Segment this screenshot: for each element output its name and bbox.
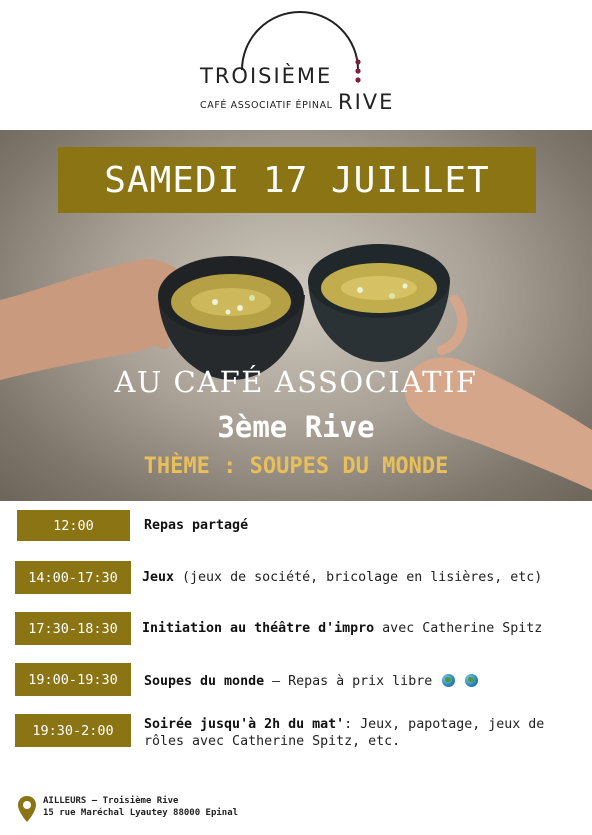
logo: TROISIÈME CAFÉ ASSOCIATIF ÉPINAL RIVE [190, 8, 410, 118]
schedule-title-5: Soirée jusqu'à 2h du mat' [144, 717, 345, 732]
event-date: SAMEDI 17 JUILLET [58, 147, 536, 213]
footer-address: 15 rue Maréchal Lyautey 88000 Epinal [43, 808, 239, 818]
schedule-time-4: 19:00-19:30 [15, 663, 131, 696]
schedule-title-2: Jeux [142, 570, 175, 585]
logo-subtitle: CAFÉ ASSOCIATIF ÉPINAL [200, 100, 333, 111]
schedule-desc-5: Soirée jusqu'à 2h du mat': Jeux, papotag… [144, 716, 584, 750]
schedule-desc-4: Soupes du monde – Repas à prix libre [144, 673, 584, 690]
logo-rive: RIVE [338, 90, 395, 114]
schedule-desc-3: Initiation au théâtre d'impro avec Cathe… [142, 620, 587, 637]
schedule-time-5: 19:30-2:00 [15, 714, 131, 747]
venue-line: AU CAFÉ ASSOCIATIF [114, 365, 478, 399]
schedule-title-4: Soupes du monde [144, 674, 265, 689]
logo-name: TROISIÈME [200, 64, 333, 88]
location-pin-icon [18, 796, 36, 822]
venue-name: 3ème Rive [217, 410, 375, 444]
schedule-detail-4: – Repas à prix libre [264, 674, 441, 689]
event-theme: THÈME : SOUPES DU MONDE [143, 454, 449, 479]
schedule-title-1: Repas partagé [144, 518, 249, 533]
schedule-desc-2: Jeux (jeux de société, bricolage en lisi… [142, 569, 587, 586]
schedule-title-3: Initiation au théâtre d'impro [142, 621, 375, 636]
schedule-detail-2: (jeux de société, bricolage en lisières,… [174, 570, 543, 585]
schedule-detail-3: avec Catherine Spitz [374, 621, 543, 636]
schedule-time-1: 12:00 [17, 510, 130, 541]
schedule-time-2: 14:00-17:30 [15, 561, 131, 594]
footer-venue: AILLEURS – Troisième Rive [43, 796, 179, 806]
schedule-desc-1: Repas partagé [144, 517, 584, 534]
schedule-time-3: 17:30-18:30 [15, 612, 131, 645]
globe-africa-icon [442, 674, 456, 687]
globe-americas-icon [465, 674, 479, 687]
